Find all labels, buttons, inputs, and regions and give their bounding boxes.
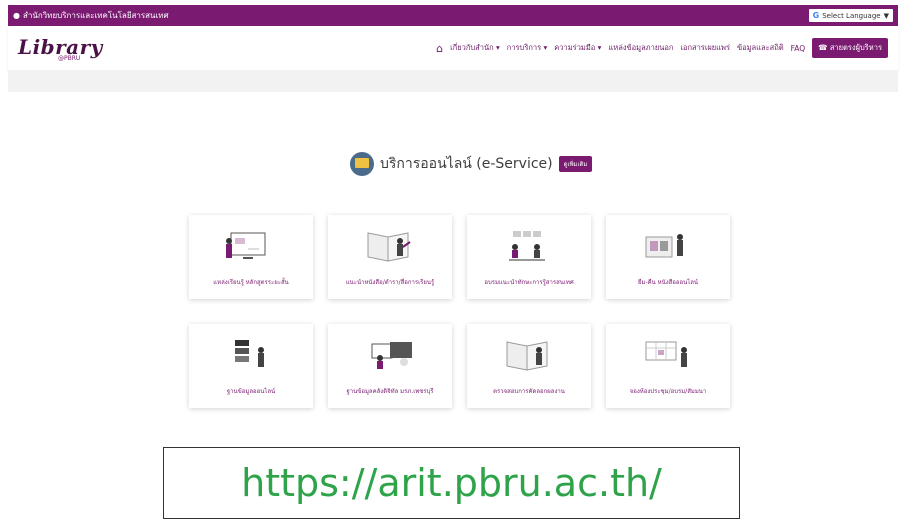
digital-archive-icon [371, 342, 412, 369]
nav-item-about[interactable]: เกี่ยวกับสำนัก ▾ [450, 42, 500, 54]
service-card-borrow[interactable]: ยืม-คืน หนังสือออนไลน์ [606, 215, 730, 299]
service-label: แหล่งเรียนรู้ หลักสูตรระยะสั้น [213, 279, 289, 286]
library-logo[interactable]: Library @PBRU [18, 35, 103, 62]
service-label: ฐานข้อมูลออนไลน์ [226, 388, 276, 395]
room-booking-icon [645, 341, 687, 367]
nav-item-statistics[interactable]: ข้อมูลและสถิติ [737, 42, 784, 54]
url-caption: https://arit.pbru.ac.th/ [241, 461, 662, 505]
main-nav: ⌂ เกี่ยวกับสำนัก ▾ การบริการ ▾ ความร่วมม… [436, 38, 888, 58]
section-title-text: บริการออนไลน์ (e-Service) [380, 156, 553, 172]
service-card-database[interactable]: ฐานข้อมูลออนไลน์ [189, 324, 313, 408]
nav-item-faq[interactable]: FAQ [791, 44, 806, 53]
monitor-icon [350, 152, 374, 176]
service-label: อบรมแนะนำทักษะการรู้สารสนเทศ [484, 279, 574, 286]
url-caption-box: https://arit.pbru.ac.th/ [163, 447, 740, 519]
service-card-digital-archive[interactable]: ฐานข้อมูลคลังดิจิทัล มรภ.เพชรบุรี [328, 324, 452, 408]
computer-learning-icon [226, 232, 266, 259]
service-card-room-booking[interactable]: จองห้องประชุม/อบรม/สัมมนา [606, 324, 730, 408]
training-icon [509, 231, 545, 261]
banner-strip [8, 70, 898, 92]
service-card-book-recommend[interactable]: แนะนำหนังสือ/ตำรา/สื่อการเรียนรู้ [328, 215, 452, 299]
language-selector[interactable]: G Select Language ▼ [808, 9, 893, 22]
service-label: ยืม-คืน หนังสือออนไลน์ [637, 279, 698, 286]
executive-hotline-button[interactable]: ☎ สายตรงผู้บริหาร [812, 38, 888, 58]
service-label: แนะนำหนังสือ/ตำรา/สื่อการเรียนรู้ [345, 279, 435, 286]
service-label: ฐานข้อมูลคลังดิจิทัล มรภ.เพชรบุรี [346, 388, 434, 395]
site-header: Library @PBRU ⌂ เกี่ยวกับสำนัก ▾ การบริก… [8, 26, 898, 70]
org-name-group: ● สำนักวิทยบริการและเทคโนโลยีสารสนเทศ [13, 9, 169, 22]
nav-item-external-sources[interactable]: แหล่งข้อมูลภายนอก [608, 42, 673, 54]
org-name: สำนักวิทยบริการและเทคโนโลยีสารสนเทศ [22, 11, 169, 20]
cta-label: สายตรงผู้บริหาร [829, 43, 882, 52]
language-label: Select Language [822, 11, 881, 20]
database-icon [235, 340, 264, 367]
service-card-plagiarism[interactable]: ตรวจสอบการคัดลอกผลงาน [467, 324, 591, 408]
borrow-return-icon [645, 234, 683, 258]
service-label: จองห้องประชุม/อบรม/สัมมนา [629, 388, 707, 395]
section-title: บริการออนไลน์ (e-Service) ดูเพิ่มเติม [350, 152, 593, 176]
nav-item-publications[interactable]: เอกสารเผยแพร่ [680, 42, 730, 54]
chevron-down-icon: ▼ [883, 11, 889, 20]
google-icon: G [812, 11, 820, 20]
location-pin-icon: ● [13, 11, 20, 20]
top-bar: ● สำนักวิทยบริการและเทคโนโลยีสารสนเทศ G … [8, 5, 898, 26]
logo-sub: @PBRU [58, 54, 81, 62]
nav-item-services[interactable]: การบริการ ▾ [507, 42, 548, 54]
see-more-button[interactable]: ดูเพิ่มเติม [558, 156, 593, 172]
service-card-learning[interactable]: แหล่งเรียนรู้ หลักสูตรระยะสั้น [189, 215, 313, 299]
service-card-training[interactable]: อบรมแนะนำทักษะการรู้สารสนเทศ [467, 215, 591, 299]
book-recommend-icon [367, 232, 411, 262]
service-label: ตรวจสอบการคัดลอกผลงาน [493, 388, 565, 395]
home-icon[interactable]: ⌂ [436, 42, 443, 55]
nav-item-cooperation[interactable]: ความร่วมมือ ▾ [554, 42, 601, 54]
plagiarism-check-icon [506, 341, 548, 371]
